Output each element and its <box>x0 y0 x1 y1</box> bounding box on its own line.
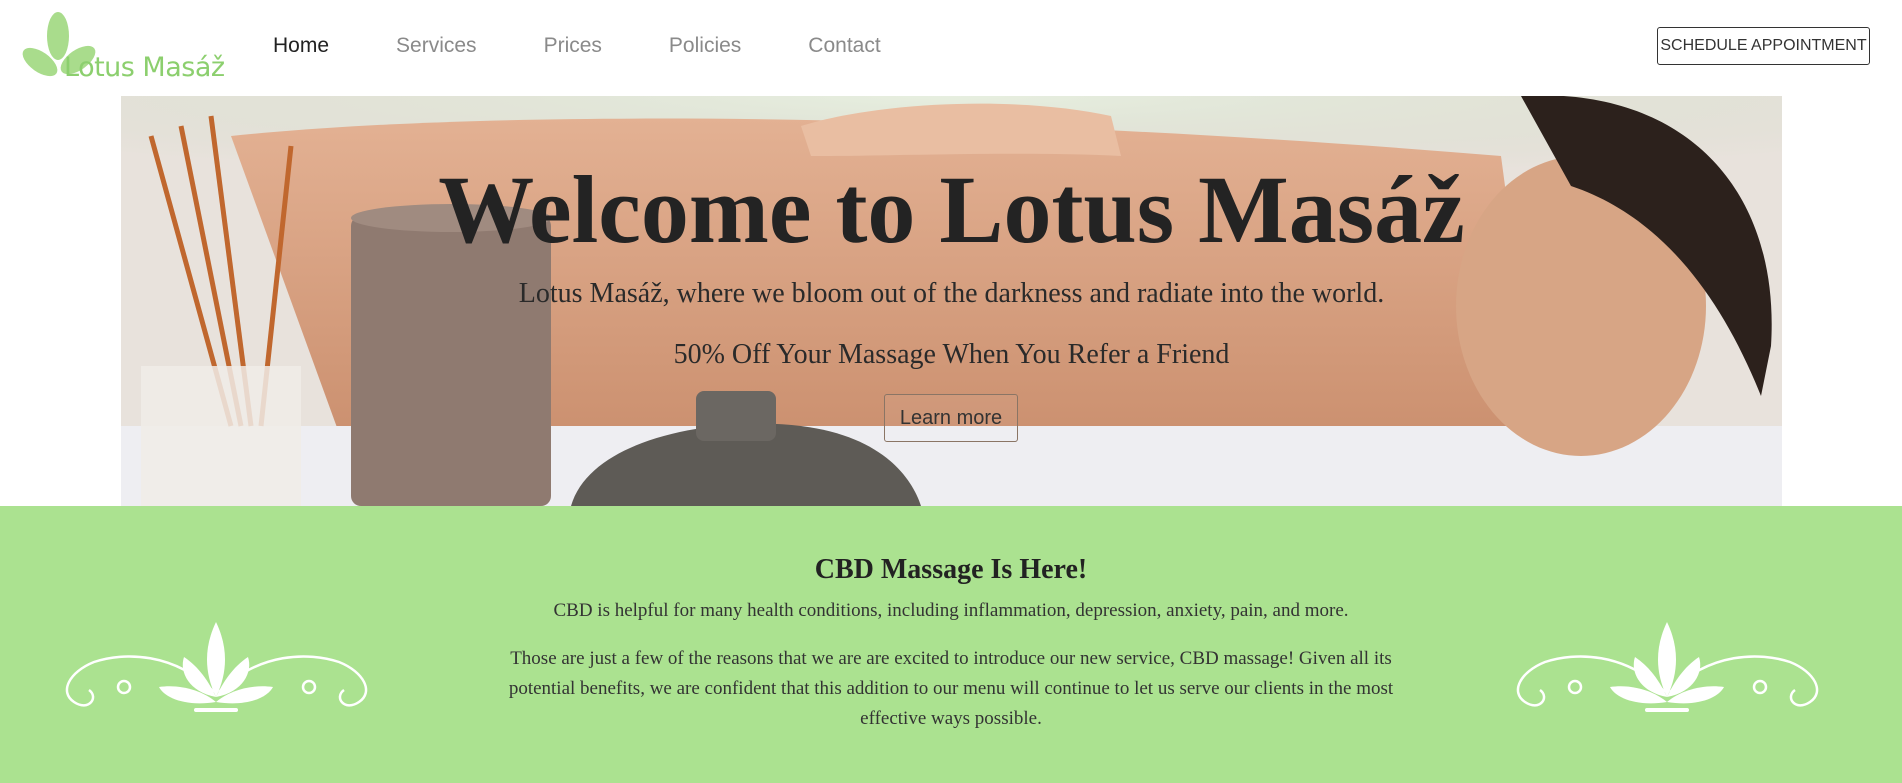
nav-item-contact[interactable]: Contact <box>808 34 880 58</box>
nav-item-prices[interactable]: Prices <box>544 34 602 58</box>
main-nav: Home Services Prices Policies Contact <box>273 34 948 58</box>
learn-more-button[interactable]: Learn more <box>884 394 1018 442</box>
cbd-section: CBD Massage Is Here! CBD is helpful for … <box>0 506 1902 783</box>
cbd-title: CBD Massage Is Here! <box>814 554 1088 585</box>
hero-banner: Welcome to Lotus Masáž Lotus Masáž, wher… <box>121 96 1782 506</box>
lotus-ornament-icon <box>65 622 368 712</box>
schedule-appointment-button[interactable]: SCHEDULE APPOINTMENT <box>1657 27 1870 65</box>
nav-item-services[interactable]: Services <box>396 34 477 58</box>
cbd-paragraph: Those are just a few of the reasons that… <box>508 648 1394 729</box>
site-header: Lotus Masáž Home Services Prices Policie… <box>0 0 1902 96</box>
logo[interactable]: Lotus Masáž <box>22 12 225 86</box>
lotus-ornament-icon <box>1516 622 1819 712</box>
hero-subtitle: Lotus Masáž, where we bloom out of the d… <box>518 278 1385 309</box>
hero-title: Welcome to Lotus Masáž <box>438 156 1465 263</box>
logo-text: Lotus Masáž <box>64 52 225 83</box>
hero-promo: 50% Off Your Massage When You Refer a Fr… <box>673 339 1230 370</box>
nav-item-policies[interactable]: Policies <box>669 34 741 58</box>
nav-item-home[interactable]: Home <box>273 34 329 58</box>
